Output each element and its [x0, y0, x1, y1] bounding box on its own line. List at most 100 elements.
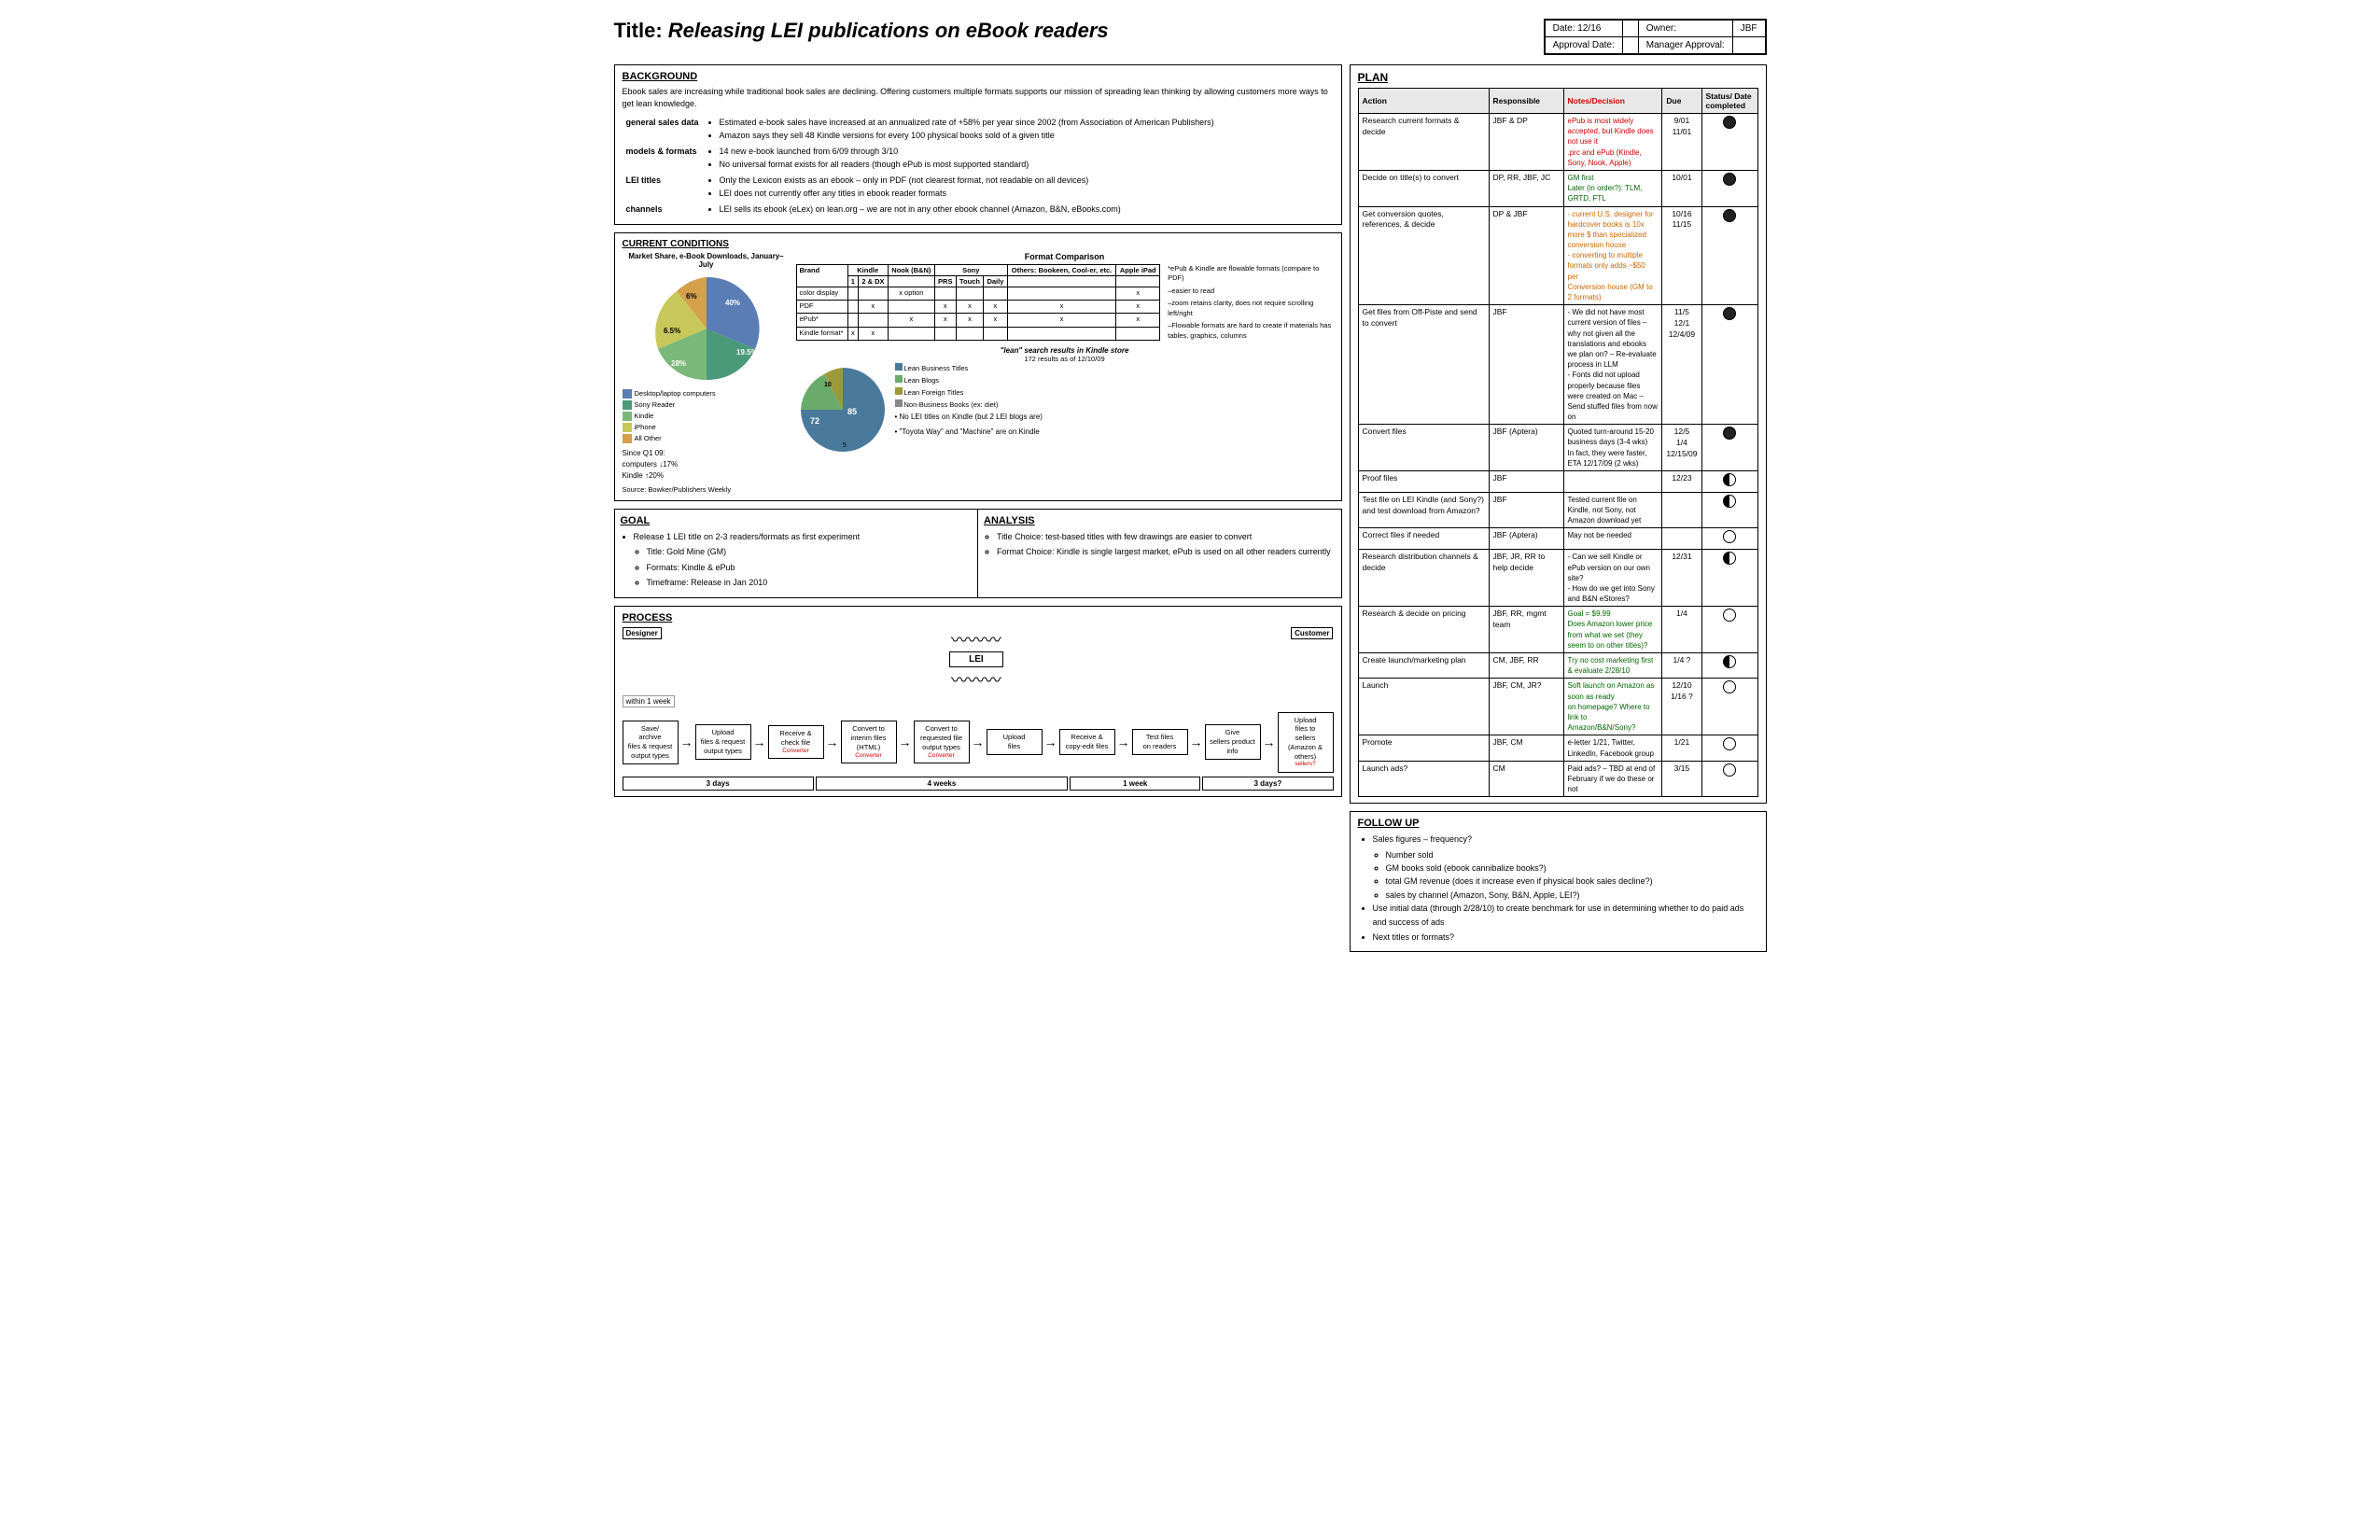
arrow-3: → — [826, 735, 839, 749]
chart-title: Market Share, e-Book Downloads, January–… — [623, 252, 791, 269]
bg-label-3: LEI titles — [623, 173, 703, 202]
plan-responsible: JBF — [1489, 305, 1563, 425]
date-label: Date: 12/16 — [1545, 21, 1622, 37]
analysis-list: Title Choice: test-based titles with few… — [984, 530, 1336, 559]
table-row: channels LEI sells its ebook (eLex) on l… — [623, 202, 1334, 218]
analysis-section: ANALYSIS Title Choice: test-based titles… — [978, 509, 1342, 598]
plan-action: Create launch/marketing plan — [1358, 653, 1489, 679]
plan-action: Get files from Off-Piste and send to con… — [1358, 305, 1489, 425]
plan-responsible: JBF, CM, JR? — [1489, 679, 1563, 735]
plan-status — [1701, 679, 1757, 735]
process-timing: 3 days 4 weeks 1 week 3 days? — [623, 777, 1334, 791]
plan-responsible: JBF, JR, RR to help decide — [1489, 550, 1563, 607]
followup-list: Sales figures – frequency? — [1358, 833, 1758, 846]
plan-status — [1701, 471, 1757, 493]
arrow-4: → — [899, 735, 912, 749]
process-box-2: Upload files & request output types — [695, 724, 751, 759]
plan-notes: - Can we sell Kindle or ePub version on … — [1563, 550, 1662, 607]
plan-action: Proof files — [1358, 471, 1489, 493]
followup-title: FOLLOW UP — [1358, 818, 1758, 829]
format-comparison-title: Format Comparison — [796, 252, 1334, 261]
kindle-store: "lean" search results in Kindle store 17… — [796, 346, 1334, 456]
plan-notes: Paid ads? – TBD at end of February if we… — [1563, 761, 1662, 797]
plan-responsible: JBF (Aptera) — [1489, 528, 1563, 550]
plan-action: Decide on title(s) to convert — [1358, 170, 1489, 206]
page: Title: Releasing LEI publications on eBo… — [614, 19, 1767, 952]
process-box-4: Convert to interim files (HTML) Converte… — [841, 721, 897, 763]
plan-status — [1701, 170, 1757, 206]
kindle-store-inner: 85 72 10 5 Lean Business Titles — [796, 363, 1334, 456]
arrow-5: → — [972, 735, 985, 749]
plan-due: 9/01 11/01 — [1662, 114, 1701, 171]
plan-due: 10/01 — [1662, 170, 1701, 206]
plan-status — [1701, 653, 1757, 679]
plan-table-row: Launch JBF, CM, JR? Soft launch on Amazo… — [1358, 679, 1757, 735]
owner-label: Owner: — [1638, 21, 1732, 37]
format-notes: *ePub & Kindle are flowable formats (com… — [1168, 264, 1333, 342]
plan-notes: e-letter 1/21, Twitter, LinkedIn, Facebo… — [1563, 735, 1662, 761]
format-table: Brand Kindle Nook (B&N) Sony Others: Boo… — [796, 264, 1161, 342]
col-status: Status/ Date completed — [1701, 89, 1757, 114]
plan-action: Correct files if needed — [1358, 528, 1489, 550]
background-section: BACKGROUND Ebook sales are increasing wh… — [614, 64, 1342, 225]
plan-due: 12/23 — [1662, 471, 1701, 493]
goal-analysis: GOAL Release 1 LEI title on 2-3 readers/… — [614, 509, 1342, 598]
plan-due: 12/31 — [1662, 550, 1701, 607]
plan-due: 1/4 — [1662, 607, 1701, 653]
process-box-9: Give sellers product info — [1205, 724, 1261, 759]
plan-notes: Goal = $9.99 Does Amazon lower price fro… — [1563, 607, 1662, 653]
designer-label: Designer — [623, 627, 662, 639]
process-flow: Save/ archive files & request output typ… — [623, 712, 1334, 773]
plan-status — [1701, 425, 1757, 471]
svg-text:72: 72 — [810, 416, 819, 426]
plan-table-row: Decide on title(s) to convert DP, RR, JB… — [1358, 170, 1757, 206]
process-section: PROCESS Designer 〰〰〰 LEI 〰〰〰 Customer wi… — [614, 606, 1342, 797]
background-intro: Ebook sales are increasing while traditi… — [623, 86, 1334, 109]
plan-table-row: Get files from Off-Piste and send to con… — [1358, 305, 1757, 425]
bg-content-4: LEI sells its ebook (eLex) on lean.org –… — [703, 202, 1334, 218]
svg-text:10: 10 — [824, 382, 832, 388]
plan-notes: Quoted turn-around 15-20 business days (… — [1563, 425, 1662, 471]
plan-table-row: Create launch/marketing plan CM, JBF, RR… — [1358, 653, 1757, 679]
plan-notes — [1563, 471, 1662, 493]
plan-notes: ePub is most widely accepted, but Kindle… — [1563, 114, 1662, 171]
plan-table-row: Test file on LEI Kindle (and Sony?) and … — [1358, 492, 1757, 528]
arrow-8: → — [1190, 735, 1203, 749]
plan-due: 1/21 — [1662, 735, 1701, 761]
process-box-10: Upload files to sellers (Amazon & others… — [1278, 712, 1334, 773]
plan-table-row: Research & decide on pricing JBF, RR, mg… — [1358, 607, 1757, 653]
plan-notes: GM first Later (in order?): TLM, GRTD, F… — [1563, 170, 1662, 206]
process-box-6: Upload files — [987, 729, 1043, 755]
arrow-1: → — [680, 735, 693, 749]
arrow-2: → — [753, 735, 766, 749]
plan-responsible: DP & JBF — [1489, 206, 1563, 305]
plan-table-row: Research current formats & decide JBF & … — [1358, 114, 1757, 171]
process-box-5: Convert to requested file output types C… — [914, 721, 970, 763]
chart-legend: Desktop/laptop computers Sony Reader Kin… — [623, 388, 791, 444]
plan-notes: Soft launch on Amazon as soon as ready o… — [1563, 679, 1662, 735]
plan-action: Research current formats & decide — [1358, 114, 1489, 171]
cc-left: Market Share, e-Book Downloads, January–… — [623, 252, 791, 495]
process-box-8: Test files on readers — [1132, 729, 1188, 755]
plan-notes: Try no cost marketing first & evaluate 2… — [1563, 653, 1662, 679]
analysis-title: ANALYSIS — [984, 515, 1336, 526]
col-action: Action — [1358, 89, 1489, 114]
plan-status — [1701, 528, 1757, 550]
plan-status — [1701, 550, 1757, 607]
bg-content-1: Estimated e-book sales have increased at… — [703, 115, 1334, 144]
plan-responsible: CM, JBF, RR — [1489, 653, 1563, 679]
current-conditions-section: CURRENT CONDITIONS Market Share, e-Book … — [614, 232, 1342, 501]
plan-responsible: CM — [1489, 761, 1563, 797]
plan-section: PLAN Action Responsible Notes/Decision D… — [1350, 64, 1767, 804]
svg-text:28%: 28% — [671, 359, 686, 368]
since-q1-text: Since Q1 09: computers ↓17% Kindle ↑20% … — [623, 448, 791, 495]
plan-due: 3/15 — [1662, 761, 1701, 797]
approval-date-value — [1622, 37, 1638, 54]
svg-text:6%: 6% — [686, 292, 697, 301]
bg-label-4: channels — [623, 202, 703, 218]
svg-text:40%: 40% — [725, 299, 740, 307]
plan-status — [1701, 114, 1757, 171]
right-column: PLAN Action Responsible Notes/Decision D… — [1350, 64, 1767, 952]
plan-status — [1701, 607, 1757, 653]
plan-table-row: Correct files if needed JBF (Aptera) May… — [1358, 528, 1757, 550]
